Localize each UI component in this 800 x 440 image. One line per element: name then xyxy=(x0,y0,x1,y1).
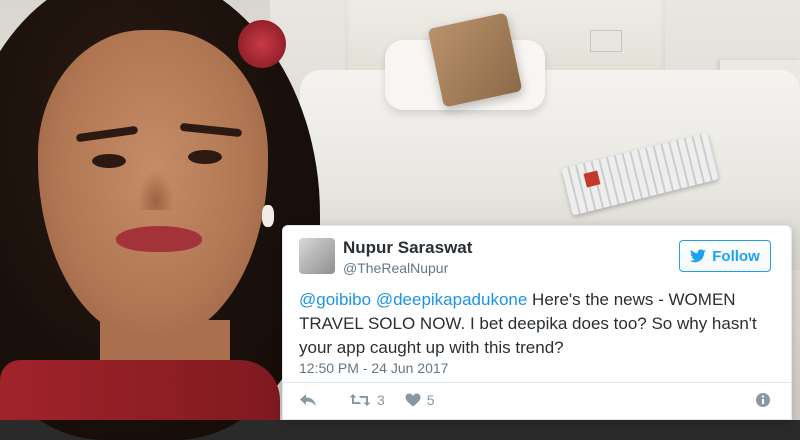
lips xyxy=(116,226,202,252)
avatar[interactable] xyxy=(299,238,335,274)
mention-deepikapadukone[interactable]: @deepikapadukone xyxy=(376,290,528,309)
display-name[interactable]: Nupur Saraswat xyxy=(343,238,472,258)
mention-goibibo[interactable]: @goibibo xyxy=(299,290,371,309)
info-icon[interactable] xyxy=(755,392,771,408)
right-eyebrow xyxy=(179,122,243,138)
like-count: 5 xyxy=(426,392,435,408)
heart-icon xyxy=(405,393,421,407)
reply-button[interactable] xyxy=(299,393,317,407)
retweet-icon xyxy=(349,394,371,406)
retweet-button[interactable]: 3 xyxy=(349,392,385,408)
tweet-card: Nupur Saraswat @TheRealNupur Follow @goi… xyxy=(282,225,792,420)
earring xyxy=(262,205,274,227)
left-eyebrow xyxy=(75,125,139,143)
like-button[interactable]: 5 xyxy=(405,392,435,408)
tweet-actions: 3 5 xyxy=(299,388,435,412)
follow-button[interactable]: Follow xyxy=(679,240,771,272)
wall-socket xyxy=(590,30,622,52)
tweet-text: @goibibo @deepikapadukone Here's the new… xyxy=(299,288,779,360)
tweet-timestamp[interactable]: 12:50 PM - 24 Jun 2017 xyxy=(299,360,448,376)
left-eye xyxy=(92,154,126,168)
reply-icon xyxy=(300,394,316,406)
selfie-person xyxy=(0,0,320,440)
right-eye xyxy=(188,150,222,164)
twitter-bird-icon xyxy=(690,249,706,263)
retweet-count: 3 xyxy=(377,392,385,408)
divider xyxy=(283,382,791,383)
hair-flower xyxy=(238,20,286,68)
brown-cushion xyxy=(427,12,523,108)
user-handle[interactable]: @TheRealNupur xyxy=(343,260,448,276)
follow-label: Follow xyxy=(712,247,760,265)
red-top xyxy=(0,360,280,420)
nose xyxy=(138,170,174,210)
